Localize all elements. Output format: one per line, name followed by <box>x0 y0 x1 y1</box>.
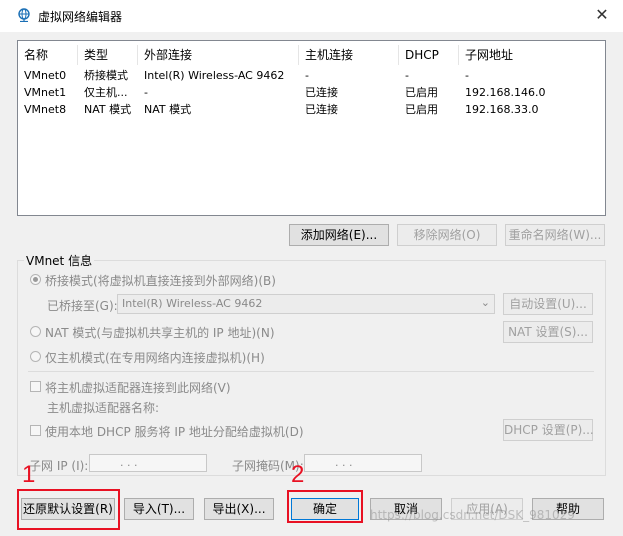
cell-type: NAT 模式 <box>84 103 132 116</box>
cell-name: VMnet0 <box>24 69 67 82</box>
subnet-mask-input[interactable]: . . . <box>304 454 422 472</box>
export-button[interactable]: 导出(X)... <box>204 498 274 520</box>
bridge-mode-radio[interactable] <box>30 274 41 285</box>
subnet-ip-dots: . . . <box>120 456 138 469</box>
col-header-subnet[interactable]: 子网地址 <box>459 45 605 65</box>
cell-subnet: - <box>465 69 469 82</box>
cell-host: - <box>305 69 309 82</box>
rename-network-button[interactable]: 重命名网络(W)... <box>505 224 605 246</box>
network-list[interactable]: 名称 类型 外部连接 主机连接 DHCP 子网地址 VMnet0 桥接模式 In… <box>17 40 606 216</box>
cell-dhcp: 已启用 <box>405 86 438 99</box>
cell-dhcp: 已启用 <box>405 103 438 116</box>
vmnet-info-label: VMnet 信息 <box>24 252 95 269</box>
cell-external: - <box>144 86 148 99</box>
bridged-to-label: 已桥接至(G): <box>47 299 118 313</box>
add-network-button[interactable]: 添加网络(E)... <box>289 224 389 246</box>
cell-external: NAT 模式 <box>144 103 192 116</box>
table-row[interactable]: VMnet0 桥接模式 Intel(R) Wireless-AC 9462 - … <box>18 67 605 84</box>
connect-adapter-label: 将主机虚拟适配器连接到此网络(V) <box>45 381 231 395</box>
host-only-label: 仅主机模式(在专用网络内连接虚拟机)(H) <box>45 351 265 365</box>
cell-host: 已连接 <box>305 103 338 116</box>
annotation-number-2: 2 <box>291 461 305 488</box>
watermark: https://blog.csdn.net/DSK_981029 <box>370 508 575 522</box>
col-header-name[interactable]: 名称 <box>18 45 78 65</box>
cell-type: 仅主机... <box>84 86 128 99</box>
cell-dhcp: - <box>405 69 409 82</box>
bridge-mode-label: 桥接模式(将虚拟机直接连接到外部网络)(B) <box>45 274 276 288</box>
remove-network-button[interactable]: 移除网络(O) <box>397 224 497 246</box>
dhcp-settings-button[interactable]: DHCP 设置(P)... <box>503 419 594 441</box>
cell-name: VMnet1 <box>24 86 67 99</box>
cell-host: 已连接 <box>305 86 338 99</box>
chevron-down-icon: ⌄ <box>480 296 490 309</box>
annotation-highlight-1 <box>17 489 120 530</box>
auto-settings-button[interactable]: 自动设置(U)... <box>503 293 593 315</box>
cell-subnet: 192.168.33.0 <box>465 103 539 116</box>
table-row[interactable]: VMnet8 NAT 模式 NAT 模式 已连接 已启用 192.168.33.… <box>18 101 605 118</box>
annotation-highlight-2 <box>287 490 363 523</box>
nat-settings-button[interactable]: NAT 设置(S)... <box>503 321 593 343</box>
annotation-number-1: 1 <box>22 461 36 488</box>
import-button[interactable]: 导入(T)... <box>124 498 194 520</box>
divider <box>28 371 594 372</box>
host-only-radio[interactable] <box>30 351 41 362</box>
col-header-external[interactable]: 外部连接 <box>138 45 299 65</box>
window-title: 虚拟网络编辑器 <box>38 10 123 24</box>
bridged-to-value: Intel(R) Wireless-AC 9462 <box>122 297 263 310</box>
bridged-to-select[interactable]: Intel(R) Wireless-AC 9462 ⌄ <box>117 294 495 314</box>
subnet-ip-input[interactable]: . . . <box>89 454 207 472</box>
cell-external: Intel(R) Wireless-AC 9462 <box>144 69 285 82</box>
nat-mode-radio[interactable] <box>30 326 41 337</box>
close-icon[interactable]: ✕ <box>592 5 612 25</box>
dhcp-checkbox[interactable] <box>30 425 41 436</box>
col-header-type[interactable]: 类型 <box>78 45 138 65</box>
cell-subnet: 192.168.146.0 <box>465 86 546 99</box>
table-row[interactable]: VMnet1 仅主机... - 已连接 已启用 192.168.146.0 <box>18 84 605 101</box>
subnet-mask-dots: . . . <box>335 456 353 469</box>
nat-mode-label: NAT 模式(与虚拟机共享主机的 IP 地址)(N) <box>45 326 275 340</box>
col-header-dhcp[interactable]: DHCP <box>399 45 459 65</box>
connect-adapter-checkbox[interactable] <box>30 381 41 392</box>
dhcp-label: 使用本地 DHCP 服务将 IP 地址分配给虚拟机(D) <box>45 425 304 439</box>
subnet-ip-label: 子网 IP (I): <box>29 459 89 473</box>
adapter-name-label: 主机虚拟适配器名称: <box>47 401 160 415</box>
cell-type: 桥接模式 <box>84 69 128 82</box>
network-globe-icon <box>18 8 30 22</box>
cell-name: VMnet8 <box>24 103 67 116</box>
col-header-host[interactable]: 主机连接 <box>299 45 399 65</box>
